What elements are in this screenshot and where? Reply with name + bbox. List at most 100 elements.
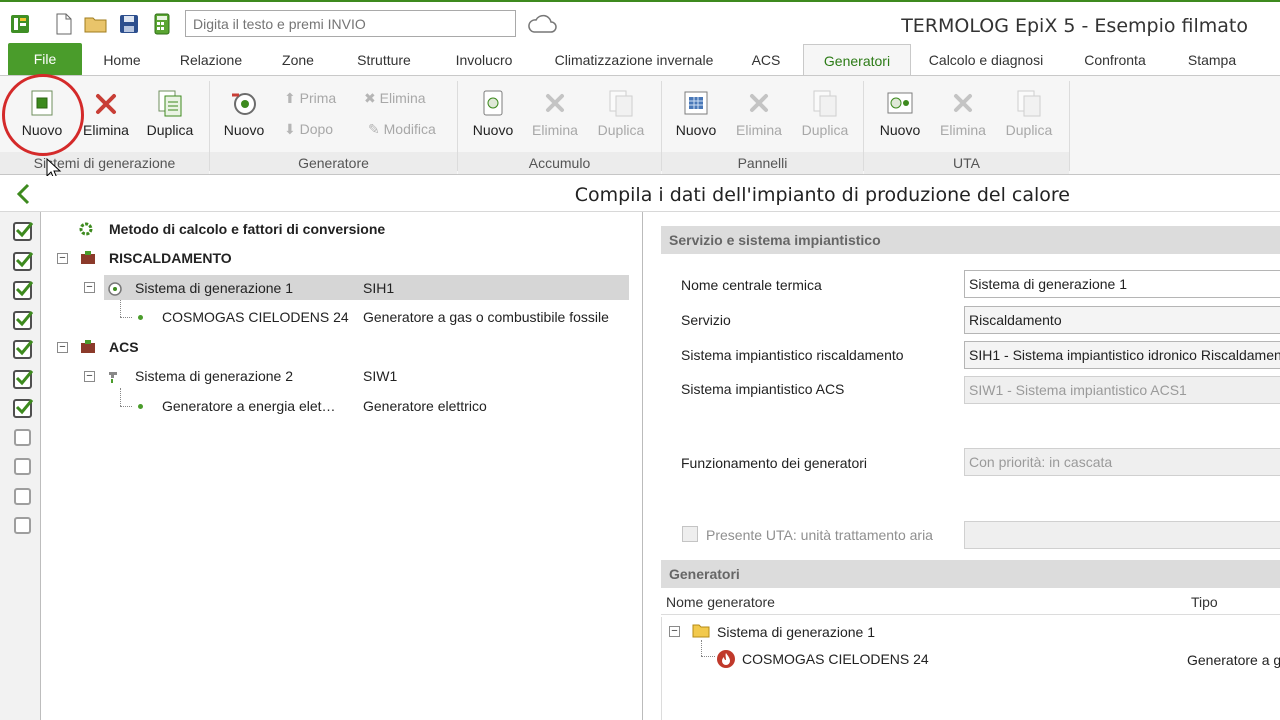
tab-file[interactable]: File	[8, 43, 82, 76]
delete-disabled-icon	[948, 88, 978, 118]
collapse-icon[interactable]: −	[57, 342, 68, 353]
bullet-icon	[138, 404, 143, 409]
pannelli-duplica-label: Duplica	[801, 122, 849, 138]
app-title: TERMOLOG EpiX 5 - Esempio filmato	[901, 15, 1248, 37]
tab-acs[interactable]: ACS	[740, 44, 792, 76]
tree-item-acs[interactable]: ACS	[78, 335, 139, 359]
step-checkbox[interactable]	[14, 487, 31, 505]
tab-calcolo-e-diagnosi[interactable]: Calcolo e diagnosi	[918, 44, 1054, 76]
tab-involucro[interactable]: Involucro	[444, 44, 524, 76]
title-bar: TERMOLOG EpiX 5 - Esempio filmato	[0, 0, 1280, 44]
heating-icon	[81, 251, 95, 264]
funzionamento-select[interactable]: Con priorità: in cascata	[964, 448, 1280, 476]
tree-item-type: Generatore elettrico	[363, 398, 487, 414]
step-checkbox[interactable]	[13, 340, 34, 359]
checkmark-icon	[15, 222, 34, 238]
step-checkbox[interactable]	[13, 369, 34, 389]
tree-item-label: Metodo di calcolo e fattori di conversio…	[109, 221, 386, 237]
generatore-nuovo-button[interactable]: Nuovo	[218, 88, 270, 138]
column-tipo[interactable]: Tipo	[1191, 589, 1218, 615]
step-checkbox[interactable]	[13, 399, 34, 418]
tab-home[interactable]: Home	[92, 44, 152, 76]
uta-field[interactable]	[964, 521, 1280, 549]
search-input[interactable]	[185, 10, 516, 37]
step-checkbox[interactable]	[13, 251, 34, 271]
servizio-select[interactable]: Riscaldamento	[964, 306, 1280, 334]
accumulo-nuovo-button[interactable]: Nuovo	[468, 88, 518, 138]
step-checkbox[interactable]	[13, 281, 34, 300]
tree-item-sistema-2[interactable]: Sistema di generazione 2 SIW1	[106, 364, 626, 388]
sistema-riscaldamento-select[interactable]: SIH1 - Sistema impiantistico idronico Ri…	[964, 341, 1280, 369]
collapse-icon[interactable]: −	[57, 253, 68, 264]
tab-generatori[interactable]: Generatori	[803, 44, 911, 76]
tree-item-sistema-1[interactable]: Sistema di generazione 1 SIH1	[106, 276, 626, 300]
collapse-icon[interactable]: −	[669, 626, 680, 637]
tab-strutture[interactable]: Strutture	[344, 44, 424, 76]
calculator-icon[interactable]	[150, 12, 174, 36]
generatore-prima-button[interactable]: ⬆ Prima	[284, 90, 336, 107]
sistemi-duplica-button[interactable]: Duplica	[142, 88, 198, 138]
generatore-nuovo-label: Nuovo	[223, 122, 265, 138]
collapse-icon[interactable]: −	[84, 371, 95, 382]
new-file-icon[interactable]	[52, 12, 76, 36]
cloud-icon[interactable]	[526, 12, 558, 36]
folder-icon	[692, 621, 710, 642]
tree-item-riscaldamento[interactable]: RISCALDAMENTO	[78, 246, 232, 270]
tab-stampa[interactable]: Stampa	[1176, 44, 1248, 76]
uta-checkbox[interactable]	[682, 526, 698, 542]
step-checkbox[interactable]	[13, 222, 34, 241]
tree-item-label: RISCALDAMENTO	[109, 250, 232, 266]
open-folder-icon[interactable]	[84, 12, 108, 36]
section-header-generatori: Generatori	[661, 560, 1280, 588]
back-arrow-icon[interactable]	[14, 182, 34, 209]
sistema-acs-select[interactable]: SIW1 - Sistema impiantistico ACS1	[964, 376, 1280, 404]
pannelli-duplica-button[interactable]: Duplica	[798, 88, 852, 138]
tree-item-label: Sistema di generazione 2	[135, 368, 293, 384]
delete-icon	[91, 88, 121, 118]
tree-item-generatore-1[interactable]: COSMOGAS CIELODENS 24 Generatore a gas o…	[136, 305, 609, 329]
ribbon: Nuovo Elimina Duplica Sistemi di generaz…	[0, 74, 1280, 180]
accumulo-elimina-button[interactable]: Elimina	[528, 88, 582, 138]
sistemi-duplica-label: Duplica	[146, 122, 194, 138]
generatore-dopo-label: Dopo	[299, 121, 334, 137]
collapse-icon[interactable]: −	[84, 282, 95, 293]
grid-row-generatore[interactable]: COSMOGAS CIELODENS 24	[742, 651, 929, 667]
step-checkbox[interactable]	[14, 428, 31, 446]
generatore-modifica-button[interactable]: ✎ Modifica	[368, 121, 436, 138]
step-checkbox[interactable]	[14, 458, 31, 475]
accumulo-duplica-button[interactable]: Duplica	[594, 88, 648, 138]
generatore-elimina-button[interactable]: ✖ Elimina	[364, 90, 426, 107]
new-generator-icon	[229, 88, 259, 118]
sistemi-elimina-button[interactable]: Elimina	[80, 88, 132, 138]
tree-item-code: SIW1	[363, 368, 398, 384]
uta-elimina-button[interactable]: Elimina	[936, 88, 990, 138]
arrow-up-icon: ⬆	[284, 90, 296, 106]
hot-water-icon	[81, 340, 95, 353]
step-checkbox[interactable]	[14, 517, 31, 534]
tree-item-metodo[interactable]: Metodo di calcolo e fattori di conversio…	[78, 217, 385, 241]
generatore-dopo-button[interactable]: ⬇ Dopo	[284, 121, 333, 138]
sistema-riscaldamento-label: Sistema impiantistico riscaldamento	[681, 347, 904, 363]
save-icon[interactable]	[117, 12, 141, 36]
pannelli-nuovo-button[interactable]: Nuovo	[672, 88, 720, 138]
group-label-sistemi: Sistemi di generazione	[0, 152, 209, 174]
column-nome-generatore[interactable]: Nome generatore	[666, 589, 775, 615]
tab-confronta[interactable]: Confronta	[1070, 44, 1160, 76]
uta-duplica-button[interactable]: Duplica	[1002, 88, 1056, 138]
nome-field[interactable]: Sistema di generazione 1	[964, 270, 1280, 298]
checkmark-icon	[15, 369, 34, 385]
solar-panel-icon	[681, 88, 711, 118]
step-checkbox[interactable]	[13, 310, 34, 330]
sistemi-elimina-label: Elimina	[83, 122, 129, 138]
delete-small-icon: ✖	[364, 90, 376, 106]
uta-label: Presente UTA: unità trattamento aria	[706, 527, 933, 543]
air-handling-unit-icon	[885, 88, 915, 118]
app-logo-icon[interactable]	[8, 12, 32, 36]
tab-climatizzazione-invernale[interactable]: Climatizzazione invernale	[544, 44, 724, 76]
uta-nuovo-button[interactable]: Nuovo	[876, 88, 924, 138]
pannelli-elimina-button[interactable]: Elimina	[732, 88, 786, 138]
grid-row-sistema[interactable]: Sistema di generazione 1	[717, 624, 875, 640]
tree-item-generatore-2[interactable]: Generatore a energia elet… Generatore el…	[136, 394, 487, 418]
tab-relazione[interactable]: Relazione	[168, 44, 254, 76]
tab-zone[interactable]: Zone	[272, 44, 324, 76]
